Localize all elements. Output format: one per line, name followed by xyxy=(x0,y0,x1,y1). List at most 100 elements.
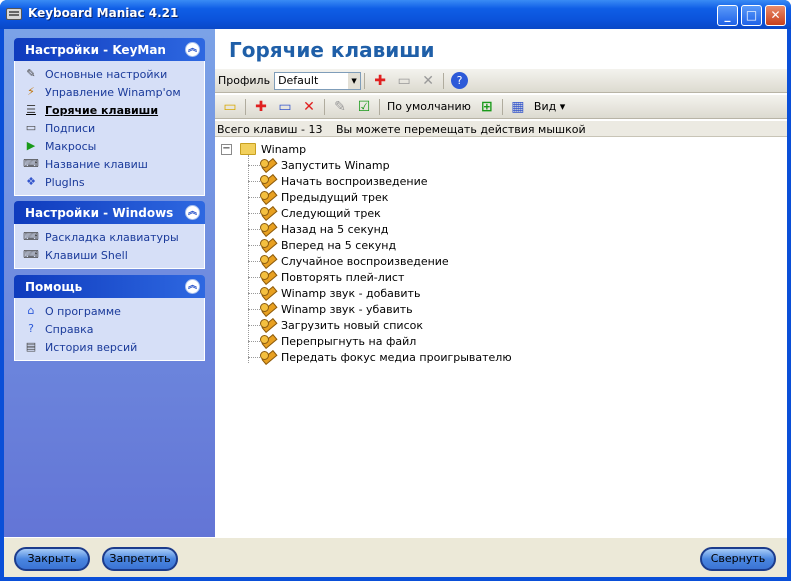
shell-keys-icon: ⌨ xyxy=(23,248,39,261)
hotkey-icon xyxy=(260,286,276,300)
toolbar-separator xyxy=(501,98,503,115)
minimize-button[interactable]: _ xyxy=(717,5,738,26)
tree-item-hotkey[interactable]: Winamp звук - убавить xyxy=(248,301,413,317)
hotkey-icon xyxy=(260,350,276,364)
default-button[interactable]: По умолчанию xyxy=(387,100,471,113)
toolbar-separator xyxy=(245,98,246,115)
tree-item-hotkey[interactable]: Случайное воспроизведение xyxy=(248,253,449,269)
collapse-icon[interactable]: ︽ xyxy=(185,205,200,220)
chevron-down-icon[interactable]: ▼ xyxy=(348,72,361,89)
sidebar-item-captions[interactable]: ▭ Подписи xyxy=(23,119,204,137)
sidebar-item-label: Название клавиш xyxy=(45,157,148,171)
tree-icon[interactable]: ⊞ xyxy=(477,98,497,116)
tree-item-hotkey[interactable]: Запустить Winamp xyxy=(248,157,390,173)
edit-hotkey-icon[interactable]: ▭ xyxy=(275,98,295,116)
view-icon[interactable]: ▦ xyxy=(508,98,528,116)
sidebar-item-plugins[interactable]: ❖ PlugIns xyxy=(23,173,204,191)
sidebar-item-label: Клавиши Shell xyxy=(45,248,128,262)
tree-item-label: Winamp звук - добавить xyxy=(281,286,421,300)
sidebar-item-keynames[interactable]: ⌨ Название клавиш xyxy=(23,155,204,173)
checkbox-icon[interactable]: ☑ xyxy=(354,98,374,116)
tree-item-hotkey[interactable]: Предыдущий трек xyxy=(248,189,388,205)
delete-profile-icon[interactable]: ✕ xyxy=(418,72,438,90)
keynames-icon: ⌨ xyxy=(23,157,39,170)
tree-item-hotkey[interactable]: Передать фокус медиа проигрывателю xyxy=(248,349,512,365)
page-title: Горячие клавиши xyxy=(229,38,435,62)
collapse-tree-icon[interactable]: − xyxy=(221,143,232,155)
toolbar-separator xyxy=(324,98,325,115)
tree-item-hotkey[interactable]: Следующий трек xyxy=(248,205,381,221)
tree-connector xyxy=(248,196,260,198)
panel-body: ✎ Основные настройки ⚡ Управление Winamp'о… xyxy=(14,61,205,196)
tree-item-label: Перепрыгнуть на файл xyxy=(281,334,417,348)
sidebar-item-basic-settings[interactable]: ✎ Основные настройки xyxy=(23,65,204,83)
tree-item-label: Загрузить новый список xyxy=(281,318,423,332)
tree-item-hotkey[interactable]: Перепрыгнуть на файл xyxy=(248,333,416,349)
panel-header[interactable]: Настройки - Windows ︽ xyxy=(14,201,205,224)
panel-title: Настройки - Windows xyxy=(25,206,174,220)
actions-toolbar: ▭ ✚ ▭ ✕ ✎ ☑ По умолчанию ⊞ ▦ Вид ▾ xyxy=(215,95,787,119)
sidebar-item-hotkeys[interactable]: ☰ Горячие клавиши xyxy=(23,101,204,119)
delete-hotkey-icon[interactable]: ✕ xyxy=(299,98,319,116)
tree-root-winamp[interactable]: − Winamp xyxy=(221,141,306,157)
title-bar[interactable]: Keyboard Maniac 4.21 _ □ ✕ xyxy=(0,0,791,29)
sidebar-item-about[interactable]: ⌂ О программе xyxy=(23,302,204,320)
help-button-icon[interactable]: ? xyxy=(451,72,469,89)
help-icon: ? xyxy=(28,322,34,335)
folder-icon xyxy=(240,143,256,155)
sidebar-item-label: Макросы xyxy=(45,139,97,153)
hotkey-icon xyxy=(260,318,276,332)
sidebar-item-label: Горячие клавиши xyxy=(45,103,159,117)
tree-item-label: Назад на 5 секунд xyxy=(281,222,389,236)
tree-root-label: Winamp xyxy=(261,142,307,156)
tree-item-hotkey[interactable]: Загрузить новый список xyxy=(248,317,423,333)
view-menu-button[interactable]: Вид ▾ xyxy=(534,100,565,113)
close-window-button[interactable]: ✕ xyxy=(765,5,786,26)
hotkey-icon xyxy=(260,270,276,284)
sidebar-item-history[interactable]: ▤ История версий xyxy=(23,338,204,356)
tree-item-hotkey[interactable]: Вперед на 5 секунд xyxy=(248,237,396,253)
tree-connector xyxy=(248,276,260,278)
toolbar-separator xyxy=(364,72,366,89)
sidebar-item-label: PlugIns xyxy=(45,175,85,189)
hotkey-icon xyxy=(260,174,276,188)
tree-item-hotkey[interactable]: Начать воспроизведение xyxy=(248,173,428,189)
tree-item-hotkey[interactable]: Повторять плей-лист xyxy=(248,269,404,285)
collapse-icon[interactable]: ︽ xyxy=(185,279,200,294)
panel-header[interactable]: Настройки - KeyMan ︽ xyxy=(14,38,205,61)
rename-profile-icon[interactable]: ▭ xyxy=(394,72,414,90)
history-icon: ▤ xyxy=(25,340,37,353)
collapse-icon[interactable]: ︽ xyxy=(185,42,200,57)
maximize-button[interactable]: □ xyxy=(741,5,762,26)
tree-item-hotkey[interactable]: Назад на 5 секунд xyxy=(248,221,388,237)
sidebar-item-label: Раскладка клавиатуры xyxy=(45,230,179,244)
bottom-bar: Закрыть Запретить Свернуть xyxy=(4,537,787,577)
profile-select[interactable]: Default ▼ xyxy=(274,71,362,90)
add-profile-icon[interactable]: ✚ xyxy=(370,72,390,90)
status-line: Всего клавиш - 13 Вы можете перемещать д… xyxy=(215,121,787,137)
add-hotkey-icon[interactable]: ✚ xyxy=(251,98,271,116)
status-hint: Вы можете перемещать действия мышкой xyxy=(335,123,586,136)
sidebar-item-shell-keys[interactable]: ⌨ Клавиши Shell xyxy=(23,246,204,264)
hotkey-icon xyxy=(260,254,276,268)
sidebar-item-help[interactable]: ? Справка xyxy=(23,320,204,338)
edit-action-icon[interactable]: ✎ xyxy=(330,98,350,116)
hotkey-icon xyxy=(260,334,276,348)
sidebar-item-keyboard-layout[interactable]: ⌨ Раскладка клавиатуры xyxy=(23,228,204,246)
tree-item-label: Предыдущий трек xyxy=(281,190,389,204)
sidebar-item-macros[interactable]: ▶ Макросы xyxy=(23,137,204,155)
tree-connector xyxy=(248,228,260,230)
disable-button[interactable]: Запретить xyxy=(102,547,178,571)
panel-header[interactable]: Помощь ︽ xyxy=(14,275,205,298)
tree-item-hotkey[interactable]: Winamp звук - добавить xyxy=(248,285,420,301)
close-button[interactable]: Закрыть xyxy=(14,547,90,571)
profile-toolbar: Профиль Default ▼ ✚ ▭ ✕ ? xyxy=(215,69,787,93)
about-icon: ⌂ xyxy=(27,304,35,317)
sidebar-item-label: О программе xyxy=(45,304,121,318)
main-content: Горячие клавиши Профиль Default ▼ ✚ ▭ ✕ … xyxy=(215,29,787,537)
sidebar-item-winamp[interactable]: ⚡ Управление Winamp'ом xyxy=(23,83,204,101)
hotkey-icon xyxy=(260,158,276,172)
keyboard-app-icon[interactable] xyxy=(6,8,22,20)
new-folder-icon[interactable]: ▭ xyxy=(220,98,240,116)
minimize-to-tray-button[interactable]: Свернуть xyxy=(700,547,776,571)
